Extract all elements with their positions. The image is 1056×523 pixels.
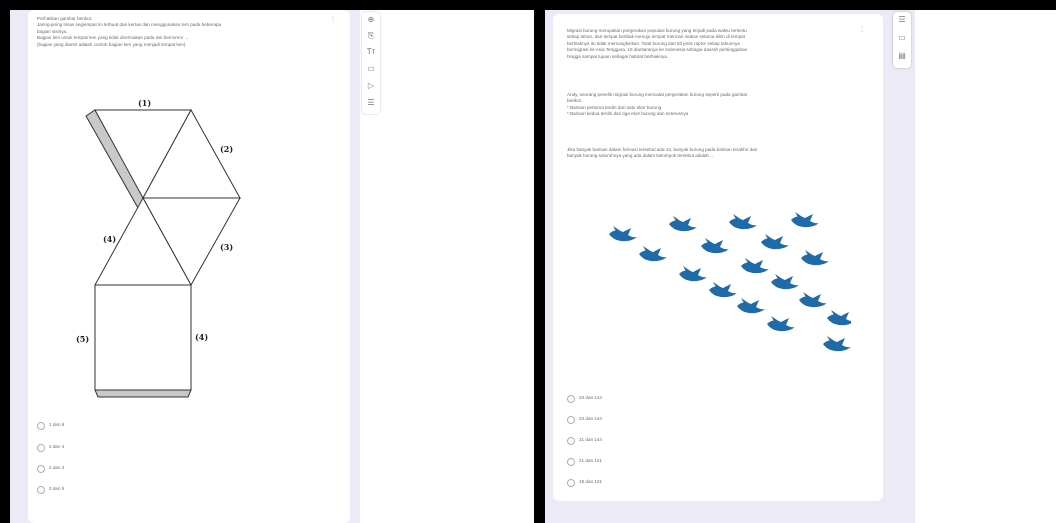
label-6: (4) (195, 332, 208, 342)
label-4: (4) (103, 234, 116, 244)
add-section-icon[interactable]: ▤ (896, 50, 908, 62)
bird-icon (639, 246, 667, 262)
glue-tab-bottom (94, 389, 192, 398)
option-label: 23 dan 144 (579, 416, 602, 421)
label-5: (5) (76, 334, 89, 344)
option-label: 3 dan 5 (49, 486, 65, 491)
label-1: (1) (138, 98, 151, 108)
right-screenshot-panel: Migrasi burung merupakan pergerakan popu… (545, 10, 1056, 523)
question-line: setiap tahun, dari tempat berbiak menuju… (567, 34, 745, 40)
radio-button[interactable] (37, 486, 45, 494)
add-title-icon[interactable]: ☰ (896, 14, 908, 26)
add-video-icon[interactable]: ▷ (365, 80, 377, 92)
add-image-icon[interactable]: ▭ (365, 63, 377, 75)
label-3: (3) (220, 242, 233, 252)
question-text: Perhatikan gambar berikut. Jaring-jaring… (37, 16, 221, 48)
more-icon[interactable]: ⋮ (330, 16, 336, 23)
option-label: 1 dan 6 (49, 422, 65, 427)
question-line: hingga sampai tujuan sebagai habitat ber… (567, 53, 669, 59)
square-base (94, 284, 192, 391)
add-title-icon[interactable]: Tт (365, 46, 377, 58)
option-label: 3 dan 4 (49, 444, 65, 449)
question-line: banyak burung seluruhnya yang ada dalam … (567, 153, 715, 159)
bird-icon (823, 336, 851, 352)
question-line: Andy, seorang peneliti migrasi burung me… (567, 92, 748, 97)
option-label: 23 dan 144 (579, 395, 602, 400)
radio-button[interactable] (567, 458, 575, 466)
question-line: (bagian yang diarsir adalah contoh bagia… (37, 41, 186, 47)
bird-icon (701, 238, 729, 254)
question-paragraph-3: Jika banyak barisan dalam formasi terseb… (567, 147, 757, 160)
bird-icon (737, 298, 765, 314)
question-card: Migrasi burung merupakan pergerakan popu… (553, 14, 883, 501)
radio-button[interactable] (37, 422, 45, 430)
bird-icon (761, 234, 789, 250)
bird-icon (801, 250, 829, 266)
bird-icon (679, 266, 707, 282)
bird-formation-image (609, 212, 851, 352)
label-2: (2) (220, 144, 233, 154)
bird-icon (729, 214, 757, 230)
question-paragraph-2: Andy, seorang peneliti migrasi burung me… (567, 92, 747, 118)
bird-icon (767, 316, 795, 332)
radio-button[interactable] (37, 465, 45, 473)
bird-icon (709, 282, 737, 298)
radio-button[interactable] (37, 444, 45, 452)
screenshot-frame-top (0, 0, 1056, 10)
option-label: 21 dan 121 (579, 458, 602, 463)
option-label: 19 dan 121 (579, 479, 602, 484)
add-section-icon[interactable]: ☰ (365, 97, 377, 109)
question-card: Perhatikan gambar berikut. Jaring-jaring… (28, 10, 350, 523)
pyramid-net-figure: (1) (2) (3) (4) (5) (4) (76, 98, 241, 398)
question-line: * Barisan kedua terdiri dari tiga ekor b… (567, 111, 689, 117)
bird-icon (799, 292, 827, 308)
radio-button[interactable] (567, 479, 575, 487)
bird-icon (791, 212, 819, 228)
left-screenshot-panel: Perhatikan gambar berikut. Jaring-jaring… (10, 10, 534, 523)
add-image-icon[interactable]: ▭ (896, 32, 908, 44)
option-label: 21 dan 144 (579, 437, 602, 442)
bird-icon (669, 216, 697, 232)
option-label: 2 dan 4 (49, 465, 65, 470)
more-icon[interactable]: ⋮ (859, 26, 865, 33)
bird-icon (771, 274, 799, 290)
bird-icon (609, 226, 637, 242)
radio-button[interactable] (567, 437, 575, 445)
radio-button[interactable] (567, 416, 575, 424)
add-question-icon[interactable]: ⊕ (365, 14, 377, 26)
bird-icon (827, 310, 851, 326)
question-line: Jaring-jaring limas segiempat ini terbua… (37, 22, 222, 28)
floating-toolbar: ⊕ ⎘ Tт ▭ ▷ ☰ (362, 12, 380, 114)
bird-icon (741, 258, 769, 274)
screenshot-frame-left (0, 0, 10, 523)
import-questions-icon[interactable]: ⎘ (365, 30, 377, 42)
question-paragraph-1: Migrasi burung merupakan pergerakan popu… (567, 28, 747, 60)
question-line: bermigrasi ke Asia Tenggara, 19 diantara… (567, 47, 748, 53)
floating-toolbar: ☰ ▭ ▤ (893, 12, 911, 68)
radio-button[interactable] (567, 395, 575, 403)
screenshot-frame-divider (534, 0, 545, 523)
